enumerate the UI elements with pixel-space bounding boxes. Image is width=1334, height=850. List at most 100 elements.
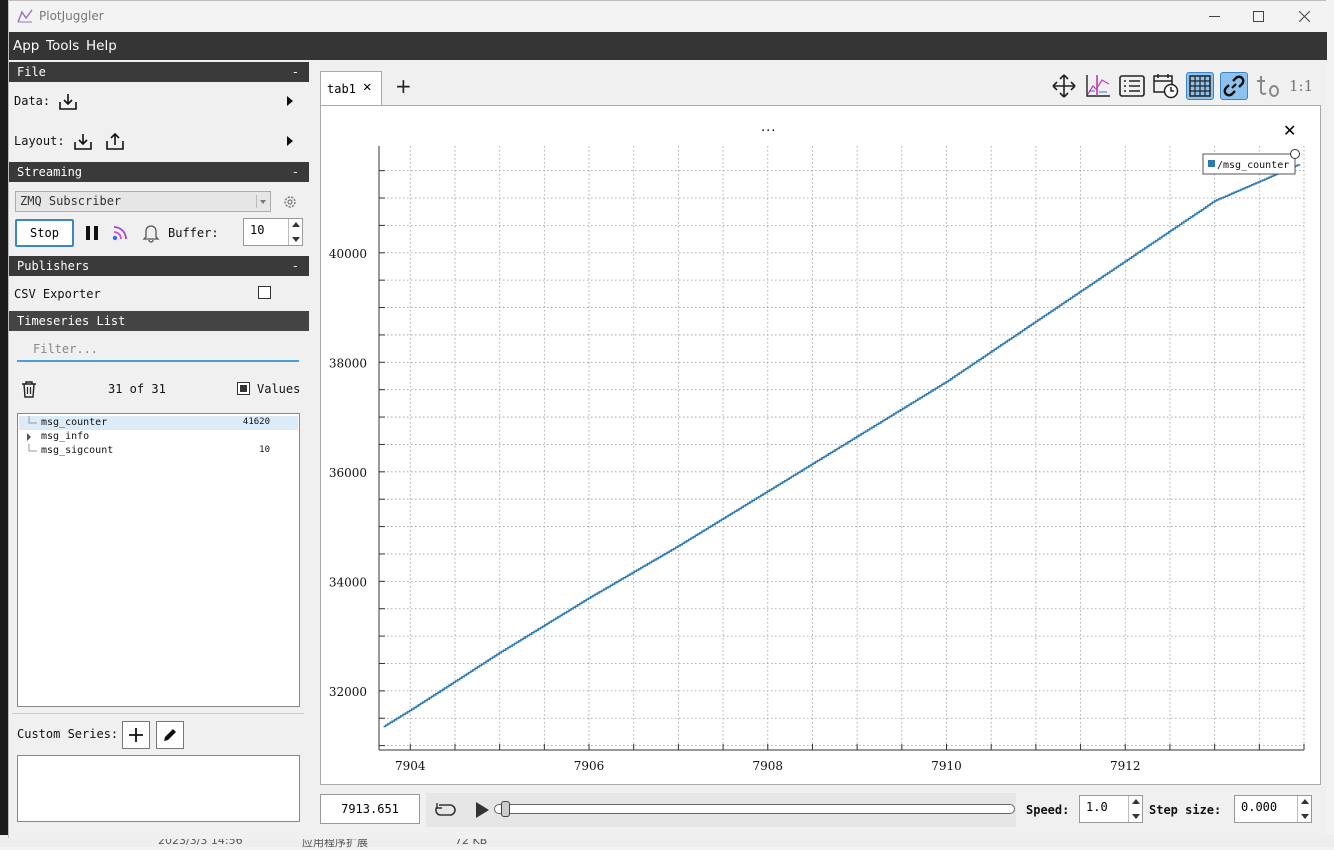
data-expand-arrow[interactable] xyxy=(287,96,293,106)
plot-menu-dots[interactable]: ... xyxy=(761,120,776,135)
stream-status-button[interactable] xyxy=(110,222,132,244)
time-range-button[interactable] xyxy=(1152,72,1180,100)
ratio-button[interactable]: 1:1 xyxy=(1289,77,1313,95)
load-data-button[interactable] xyxy=(57,91,79,113)
tree-row-msg-info[interactable]: msg_info xyxy=(19,430,298,444)
save-layout-button[interactable] xyxy=(104,130,126,152)
filter-input[interactable]: Filter... xyxy=(17,338,299,362)
y-tick-label: 34000 xyxy=(329,575,367,589)
publishers-collapse-toggle[interactable]: - xyxy=(292,256,299,276)
tab-tab1[interactable]: tab1 ✕ xyxy=(320,71,382,105)
menu-app[interactable]: App xyxy=(13,38,39,54)
spin-arrows[interactable] xyxy=(1297,796,1311,822)
buffer-value: 10 xyxy=(250,223,265,237)
grid-icon xyxy=(1189,75,1211,97)
speed-spinbox[interactable]: 1.0 xyxy=(1079,795,1143,823)
step-size-value: 0.000 xyxy=(1241,800,1278,814)
pause-button[interactable] xyxy=(81,222,103,244)
notification-button[interactable] xyxy=(140,222,162,244)
move-arrows-icon xyxy=(1052,74,1076,98)
maximize-button[interactable] xyxy=(1235,1,1281,32)
legend-button[interactable] xyxy=(1118,72,1146,100)
timeseries-section-header[interactable]: Timeseries List xyxy=(9,311,309,331)
legend-swatch xyxy=(1208,160,1215,167)
x-tick-label: 7912 xyxy=(1110,759,1141,773)
series-line[interactable] xyxy=(383,164,1301,728)
step-size-label: Step size: xyxy=(1149,803,1222,817)
plot-close-icon[interactable]: ✕ xyxy=(1283,121,1296,140)
plot-panel[interactable]: 7904 7906 7908 7910 7912 32000 34000 36000 38000… xyxy=(320,105,1321,785)
menu-bar: App Tools Help xyxy=(9,32,1327,60)
menu-help[interactable]: Help xyxy=(86,38,117,54)
grid-toggle-button[interactable] xyxy=(1186,72,1214,100)
x-tick-label: 7908 xyxy=(752,759,783,773)
plot-chart[interactable]: 7904 7906 7908 7910 7912 32000 34000 36000 38000… xyxy=(321,106,1320,784)
timeseries-tree: msg_counter 41620 msg_info msg_sigcount … xyxy=(17,413,300,707)
y-tick-label: 36000 xyxy=(329,466,367,480)
tree-row-msg-sigcount[interactable]: msg_sigcount 10 xyxy=(19,444,298,458)
gear-icon xyxy=(284,196,296,208)
streaming-source-select[interactable]: ZMQ Subscriber xyxy=(15,191,271,212)
time-slider-handle[interactable] xyxy=(501,801,510,817)
series-value: 41620 xyxy=(242,417,270,427)
tree-row-msg-counter[interactable]: msg_counter 41620 xyxy=(19,416,298,430)
timeseries-section-title: Timeseries List xyxy=(17,314,126,328)
csv-exporter-label: CSV Exporter xyxy=(14,287,101,301)
menu-tools[interactable]: Tools xyxy=(46,38,79,54)
link-toggle-button[interactable] xyxy=(1220,72,1248,100)
edit-custom-series-button[interactable] xyxy=(156,721,184,749)
link-icon xyxy=(1223,75,1245,97)
pause-icon xyxy=(86,226,98,240)
app-window: PlotJuggler App Tools Help File - Data: xyxy=(8,0,1327,839)
tab-close-icon[interactable]: ✕ xyxy=(363,79,371,95)
delete-series-button[interactable] xyxy=(18,378,40,400)
custom-series-list[interactable] xyxy=(17,755,300,822)
streaming-settings-button[interactable] xyxy=(279,191,301,213)
file-section-title: File xyxy=(17,65,46,79)
time-slider[interactable] xyxy=(494,804,1015,814)
series-name: msg_counter xyxy=(41,417,108,428)
stop-button[interactable]: Stop xyxy=(15,219,74,247)
file-collapse-toggle[interactable]: - xyxy=(292,62,299,82)
load-layout-button[interactable] xyxy=(72,131,94,153)
add-tab-button[interactable]: + xyxy=(395,74,412,98)
csv-exporter-checkbox[interactable] xyxy=(258,286,271,299)
loop-button[interactable] xyxy=(434,799,456,821)
bell-icon xyxy=(142,225,160,243)
calendar-clock-icon xyxy=(1153,74,1179,99)
spin-arrows[interactable] xyxy=(1128,796,1142,822)
pan-zoom-button[interactable] xyxy=(1050,72,1078,100)
play-button[interactable] xyxy=(471,799,493,821)
publishers-section-title: Publishers xyxy=(17,259,90,273)
buffer-label: Buffer: xyxy=(168,226,219,240)
expand-arrow-icon[interactable] xyxy=(25,430,39,444)
tab-label: tab1 xyxy=(327,82,356,96)
file-section-header[interactable]: File - xyxy=(9,62,309,82)
y-tick-label: 32000 xyxy=(329,685,367,699)
streaming-source-value: ZMQ Subscriber xyxy=(20,194,122,208)
series-value: 10 xyxy=(259,445,270,455)
add-custom-series-button[interactable] xyxy=(122,721,150,749)
buffer-spinbox[interactable]: 10 xyxy=(243,218,303,246)
trash-icon xyxy=(22,381,36,398)
legend-handle[interactable] xyxy=(1290,149,1300,159)
values-checkbox[interactable] xyxy=(237,382,250,395)
close-window-button[interactable] xyxy=(1281,1,1327,32)
minimize-button[interactable] xyxy=(1191,1,1237,32)
spin-arrows[interactable] xyxy=(288,219,302,245)
series-name: msg_sigcount xyxy=(41,445,114,456)
streaming-section-header[interactable]: Streaming - xyxy=(9,162,309,182)
step-size-spinbox[interactable]: 0.000 xyxy=(1234,795,1312,823)
plus-icon xyxy=(129,728,143,742)
plotjuggler-logo-icon xyxy=(17,9,33,23)
custom-series-label: Custom Series: xyxy=(17,727,119,741)
layout-expand-arrow[interactable] xyxy=(287,136,293,146)
current-time-field[interactable]: 7913.651 xyxy=(320,794,420,824)
x-tick-label: 7906 xyxy=(574,759,605,773)
streaming-collapse-toggle[interactable]: - xyxy=(292,162,299,182)
publishers-section-header[interactable]: Publishers - xyxy=(9,256,309,276)
minimize-icon xyxy=(1208,16,1220,17)
split-plot-button[interactable] xyxy=(1084,72,1112,100)
time-offset-button[interactable] xyxy=(1254,72,1282,100)
pencil-icon xyxy=(164,729,176,741)
